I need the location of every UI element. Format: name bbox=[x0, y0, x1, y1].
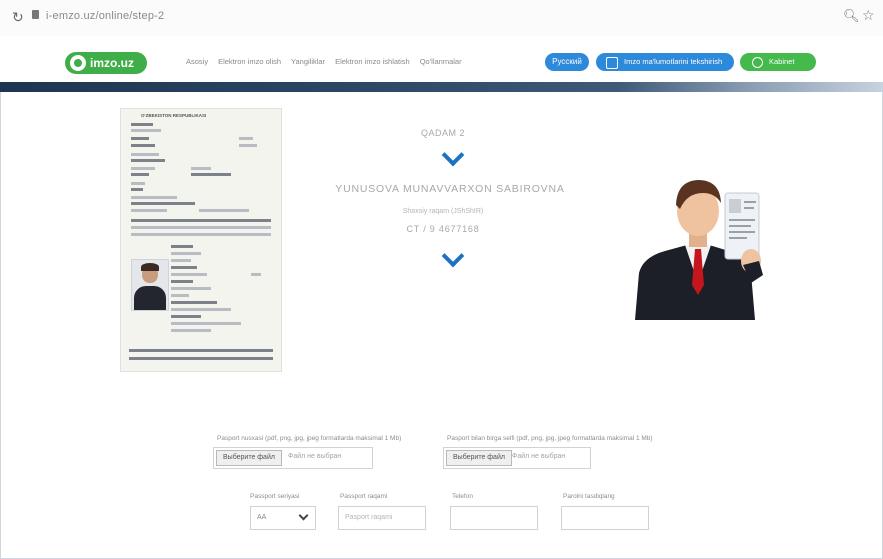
personal-number-value: CT / 9 4677168 bbox=[406, 224, 480, 234]
passport-number-label: Passport raqami bbox=[340, 493, 388, 500]
language-button[interactable]: Русский bbox=[545, 53, 589, 71]
check-signature-button[interactable]: Imzo ma'lumotlarini tekshirish bbox=[596, 53, 734, 71]
choose-file-button[interactable]: Выберите файл bbox=[446, 450, 512, 466]
user-icon bbox=[752, 57, 763, 68]
check-signature-label: Imzo ma'lumotlarini tekshirish bbox=[624, 57, 723, 66]
lock-icon[interactable] bbox=[32, 10, 39, 19]
chosen-file-text: Файл не выбран bbox=[288, 453, 342, 460]
passport-series-select[interactable]: AA bbox=[250, 506, 316, 530]
logo-mark-icon bbox=[70, 55, 86, 71]
nav-link-get-signature[interactable]: Elektron imzo olish bbox=[218, 57, 281, 66]
main-nav: Asosiy Elektron imzo olish Yangiliklar E… bbox=[186, 57, 462, 66]
passport-series-value: AA bbox=[257, 514, 267, 521]
passport-title: O'ZBEKISTON RESPUBLIKASI bbox=[141, 113, 207, 118]
passport-number-placeholder: Pasport raqami bbox=[345, 514, 393, 521]
logo-text: imzo.uz bbox=[90, 56, 134, 70]
chosen-file-text: Файл не выбран bbox=[512, 453, 566, 460]
header-banner-stripe bbox=[0, 82, 883, 92]
bookmark-star-icon[interactable]: ☆ bbox=[862, 7, 875, 24]
nav-link-use-signature[interactable]: Elektron imzo ishlatish bbox=[335, 57, 410, 66]
login-label: Kabinet bbox=[769, 57, 795, 66]
man-holding-passport-illustration bbox=[635, 180, 763, 320]
browser-toolbar: ↻ i-emzo.uz/online/step-2 🔍︎ ☆ bbox=[0, 0, 883, 37]
confirm-password-label: Parolni tasdiqlang bbox=[563, 493, 615, 500]
address-bar[interactable]: i-emzo.uz/online/step-2 bbox=[46, 10, 164, 22]
passport-series-label: Passport seriyasi bbox=[250, 493, 300, 500]
chevron-down-icon bbox=[298, 510, 309, 521]
step-label: QADAM 2 bbox=[420, 128, 465, 138]
phone-input[interactable] bbox=[450, 506, 538, 530]
document-icon bbox=[606, 57, 618, 69]
zoom-icon[interactable]: 🔍︎ bbox=[843, 8, 860, 24]
personal-number-label: Shaxsiy raqam (JShShIR) bbox=[402, 208, 484, 215]
confirm-password-input[interactable] bbox=[561, 506, 649, 530]
nav-link-home[interactable]: Asosiy bbox=[186, 57, 208, 66]
login-button[interactable]: Kabinet bbox=[740, 53, 816, 71]
choose-file-button[interactable]: Выберите файл bbox=[216, 450, 282, 466]
passport-copy-upload[interactable]: Выберите файл Файл не выбран bbox=[213, 447, 373, 469]
nav-link-news[interactable]: Yangiliklar bbox=[291, 57, 325, 66]
selfie-upload[interactable]: Выберите файл Файл не выбран bbox=[443, 447, 591, 469]
selfie-upload-label: Pasport bilan birga selfi (pdf, png, jpg… bbox=[447, 435, 653, 442]
nav-link-guides[interactable]: Qo'llanmalar bbox=[420, 57, 462, 66]
applicant-full-name: YUNUSOVA MUNAVVARXON SABIROVNA bbox=[335, 183, 565, 195]
passport-number-input[interactable]: Pasport raqami bbox=[338, 506, 426, 530]
reload-icon[interactable]: ↻ bbox=[12, 9, 24, 26]
passport-copy-upload-label: Pasport nusxasi (pdf, png, jpg, jpeg for… bbox=[217, 435, 402, 442]
site-logo[interactable]: imzo.uz bbox=[65, 52, 147, 74]
phone-label: Telefon bbox=[452, 493, 473, 500]
passport-image: O'ZBEKISTON RESPUBLIKASI bbox=[120, 108, 282, 372]
passport-photo bbox=[131, 259, 169, 311]
